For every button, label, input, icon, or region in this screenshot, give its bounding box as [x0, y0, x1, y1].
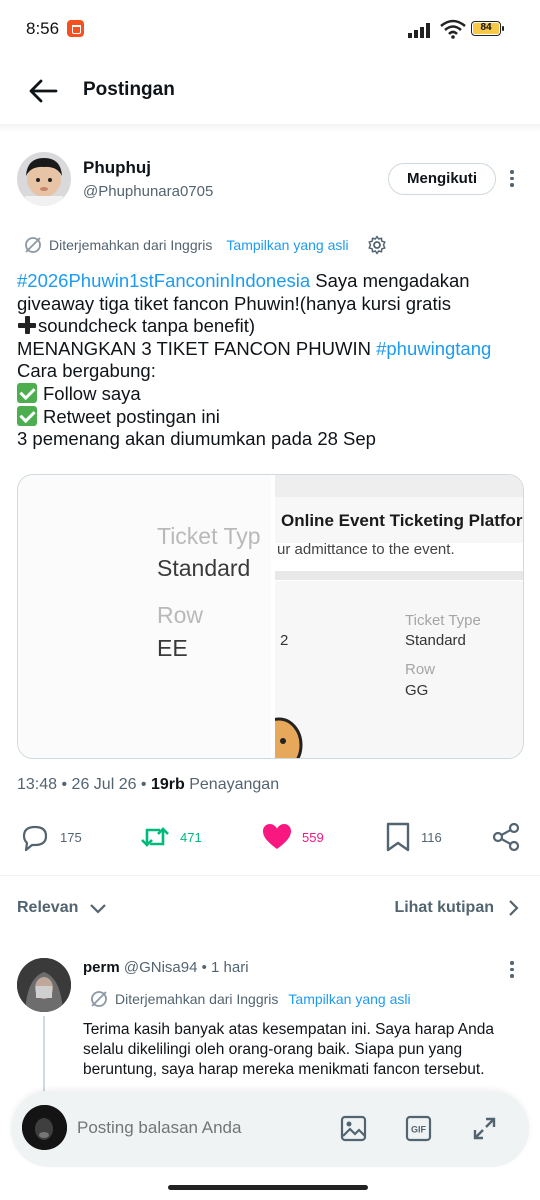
media-gallery[interactable]: Ticket Typ Standard Row EE Online Event … [17, 474, 524, 759]
ticketing-subtitle: ur admittance to the event. [277, 541, 455, 558]
row-value: GG [405, 682, 429, 699]
retweet-icon [141, 827, 169, 847]
tweet-actions: 175 471 559 116 [0, 812, 540, 862]
page-title: Postingan [83, 79, 175, 100]
heart-icon [263, 824, 291, 849]
ticket-type-value: Standard [405, 632, 466, 649]
reply-text: Terima kasih banyak atas kesempatan ini.… [83, 1021, 494, 1078]
ticket-type-value: Standard [157, 555, 251, 581]
tweet-text-line: soundcheck tanpa benefit) [38, 315, 256, 337]
sort-label: Relevan [17, 899, 79, 916]
like-count: 559 [302, 829, 324, 845]
retweet-button[interactable]: 471 [140, 822, 202, 852]
more-vert-icon[interactable] [509, 170, 515, 190]
tweet-text-line: Saya mengadakan [310, 270, 470, 291]
reply-icon [22, 825, 48, 852]
chevron-right-icon [509, 900, 519, 916]
bookmark-count: 116 [421, 829, 442, 845]
author-handle[interactable]: @Phuphunara0705 [83, 183, 213, 200]
tweet-body: #2026Phuwin1stFanconinIndonesia Saya men… [17, 270, 527, 451]
reply-input[interactable] [77, 1118, 307, 1138]
reply-translation-row: Diterjemahkan dari Inggris Tampilkan yan… [90, 988, 411, 1010]
thread-line [43, 1016, 45, 1096]
wifi-icon [440, 19, 466, 39]
ticketing-title: Online Event Ticketing Platfor [281, 511, 523, 530]
svg-text:GIF: GIF [411, 1125, 427, 1135]
row-value: EE [157, 635, 188, 661]
status-bar: 8:56 84 [0, 0, 540, 60]
user-avatar [22, 1105, 67, 1150]
following-button[interactable]: Mengikuti [388, 163, 496, 195]
views-count: 19rb [150, 776, 185, 793]
hashtag-link[interactable]: #phuwingtang [376, 338, 491, 359]
notification-icon [67, 20, 84, 37]
battery-level: 84 [473, 23, 499, 34]
status-time: 8:56 [26, 19, 60, 38]
cartoon-character-image [275, 717, 303, 758]
media-image-2[interactable]: Online Event Ticketing Platfor ur admitt… [273, 475, 523, 758]
retweet-count: 471 [180, 829, 202, 845]
translate-icon [91, 991, 107, 1007]
share-icon [492, 822, 520, 852]
gif-icon[interactable]: GIF [405, 1115, 432, 1142]
show-original-link[interactable]: Tampilkan yang asli [288, 991, 410, 1007]
reply-author-handle[interactable]: @GNisa94 [124, 959, 198, 976]
reply-header: perm @GNisa94 • 1 hari [83, 959, 249, 976]
check-emoji-icon [17, 382, 37, 403]
translate-icon [25, 237, 41, 253]
signal-icon [408, 23, 430, 38]
media-image-1[interactable]: Ticket Typ Standard Row EE [18, 475, 271, 758]
tweet-text-line: Cara bergabung: [17, 360, 156, 382]
author-name[interactable]: Phuphuj [83, 158, 151, 178]
reply-button[interactable]: 175 [20, 822, 82, 852]
reply-count: 175 [60, 829, 82, 845]
bookmark-icon [386, 822, 410, 852]
tweet-time: 13:48 [17, 776, 58, 793]
translation-note: Diterjemahkan dari Inggris [115, 991, 279, 1007]
battery-icon: 84 [471, 21, 504, 36]
tweet-meta: 13:48 • 26 Jul 26 • 19rb Penayangan [17, 776, 280, 793]
image-icon[interactable] [340, 1115, 367, 1142]
more-vert-icon[interactable] [509, 961, 515, 981]
screenshot-gap [275, 571, 523, 580]
expand-icon[interactable] [471, 1115, 498, 1142]
chevron-down-icon [90, 904, 107, 914]
section-divider [0, 875, 540, 876]
bookmark-button[interactable]: 116 [385, 822, 442, 852]
share-button[interactable] [492, 822, 530, 852]
translation-row: Diterjemahkan dari Inggris Tampilkan yan… [24, 234, 387, 256]
row-label: Row [405, 661, 436, 678]
hashtag-link[interactable]: #2026Phuwin1stFanconinIndonesia [17, 270, 310, 291]
tweet-text-line: Follow saya [43, 382, 141, 404]
view-quotes-label: Lihat kutipan [394, 899, 494, 916]
reply-author-name[interactable]: perm [83, 959, 120, 976]
author-avatar[interactable] [17, 152, 71, 206]
tweet-date: 26 Jul 26 [71, 776, 137, 793]
reply-compose-bar: GIF [11, 1091, 529, 1167]
check-emoji-icon [17, 405, 37, 426]
header-divider [0, 124, 540, 132]
top-app-bar: Postingan [0, 60, 540, 124]
translation-note: Diterjemahkan dari Inggris [49, 237, 213, 253]
gear-icon[interactable] [367, 235, 387, 255]
like-button[interactable]: 559 [262, 822, 324, 852]
tweet-text-line: MENANGKAN 3 TIKET FANCON PHUWIN [17, 337, 377, 359]
show-original-link[interactable]: Tampilkan yang asli [226, 237, 348, 253]
back-arrow-icon[interactable] [26, 76, 60, 106]
home-indicator[interactable] [168, 1185, 368, 1190]
plus-emoji-icon [17, 315, 37, 335]
tweet-text-line: giveaway tiga tiket fancon Phuwin!(hanya… [17, 292, 451, 314]
tweet-text-line: 3 pemenang akan diumumkan pada 28 Sep [17, 428, 376, 450]
view-quotes-link[interactable]: Lihat kutipan [394, 899, 520, 917]
row-label: Row [157, 602, 204, 628]
reply-avatar[interactable] [17, 958, 71, 1012]
sort-dropdown[interactable]: Relevan [17, 899, 108, 917]
ticket-number: 2 [280, 632, 289, 649]
reply-time: 1 hari [211, 959, 249, 976]
tweet-text-line: Retweet postingan ini [43, 405, 220, 427]
ticket-type-label: Ticket Typ [157, 523, 261, 549]
screenshot-status-bar [275, 475, 523, 497]
views-label: Penayangan [189, 776, 280, 793]
ticket-type-label: Ticket Type [405, 612, 481, 629]
